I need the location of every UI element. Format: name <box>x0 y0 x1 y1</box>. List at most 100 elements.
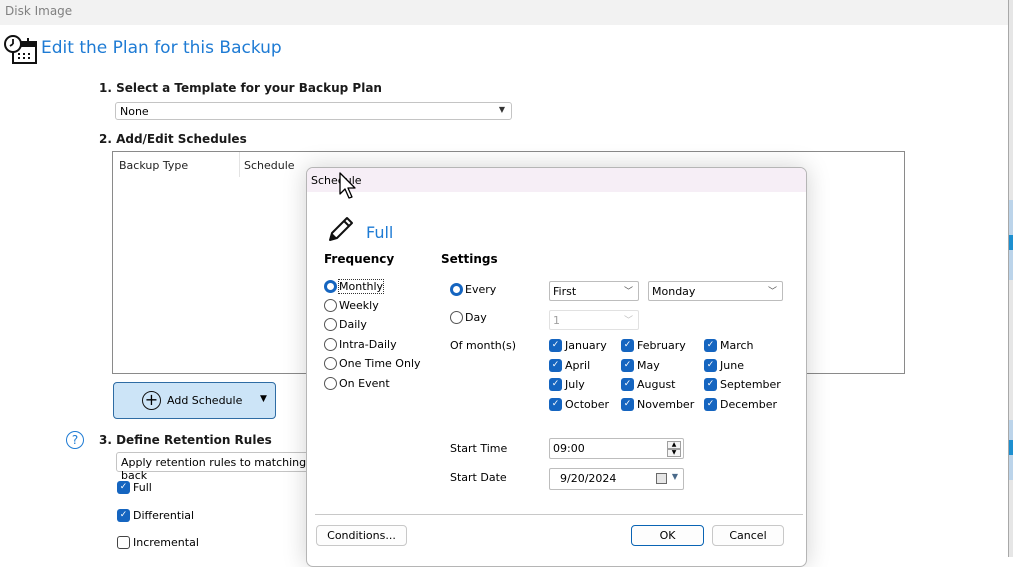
month-checkbox-label: May <box>637 359 660 372</box>
backup-type-label: Full <box>366 223 394 242</box>
month-checkbox-label: June <box>720 359 744 372</box>
radio-monthly[interactable] <box>324 280 337 293</box>
retention-mode-select[interactable]: Apply retention rules to matching back <box>116 452 316 482</box>
radio-label-one-time-only[interactable]: One Time Only <box>339 357 421 370</box>
day-select-value: 1 <box>553 314 560 327</box>
month-checkbox[interactable]: ✓ <box>704 359 717 372</box>
ordinal-select-value: First <box>553 285 577 298</box>
schedules-heading: 2. Add/Edit Schedules <box>99 132 247 146</box>
cancel-button[interactable]: Cancel <box>712 525 784 546</box>
start-date-label: Start Date <box>450 471 507 484</box>
chevron-down-icon: ﹀ <box>767 287 777 297</box>
time-spinner[interactable]: ▲ ▼ <box>667 441 681 457</box>
month-checkbox[interactable]: ✓ <box>704 339 717 352</box>
help-icon[interactable]: ? <box>66 431 84 449</box>
radio-every[interactable] <box>450 283 463 296</box>
panel-segment <box>1009 455 1013 480</box>
template-select[interactable]: None ▼ <box>115 102 512 120</box>
ok-button[interactable]: OK <box>631 525 704 546</box>
month-checkbox[interactable]: ✓ <box>621 398 634 411</box>
chevron-down-icon: ﹀ <box>623 287 633 297</box>
day-select: 1 ﹀ <box>549 310 639 330</box>
template-select-value: None <box>120 105 149 118</box>
dialog-separator <box>315 514 803 515</box>
ordinal-select[interactable]: First ﹀ <box>549 281 639 301</box>
radio-daily[interactable] <box>324 318 337 331</box>
panel-segment <box>1009 235 1013 250</box>
settings-heading: Settings <box>441 252 498 266</box>
dialog-title-bar[interactable]: Schedule <box>307 168 806 192</box>
start-time-value: 09:00 <box>553 442 585 455</box>
month-checkbox[interactable]: ✓ <box>621 378 634 391</box>
radio-label-on-event[interactable]: On Event <box>339 377 390 390</box>
chevron-down-icon: ﹀ <box>623 316 633 326</box>
checkbox-label-incremental: Incremental <box>133 536 199 549</box>
start-time-label: Start Time <box>450 442 508 455</box>
radio-label-weekly[interactable]: Weekly <box>339 299 379 312</box>
template-heading: 1. Select a Template for your Backup Pla… <box>99 81 382 95</box>
dropdown-arrow-icon[interactable]: ▼ <box>260 394 267 404</box>
plus-circle-icon: + <box>142 391 161 410</box>
window-title-bar: Disk Image <box>0 0 1008 25</box>
radio-label-intra-daily[interactable]: Intra-Daily <box>339 338 397 351</box>
weekday-select[interactable]: Monday ﹀ <box>648 281 783 301</box>
schedule-dialog: Schedule Full Frequency Settings Monthly… <box>306 167 807 567</box>
column-header-backup-type[interactable]: Backup Type <box>119 159 188 172</box>
retention-mode-value: Apply retention rules to matching back <box>121 456 307 482</box>
month-checkbox[interactable]: ✓ <box>621 339 634 352</box>
of-months-label: Of month(s) <box>450 339 517 352</box>
spin-down-icon[interactable]: ▼ <box>667 449 681 457</box>
panel-segment <box>1009 440 1013 455</box>
spin-up-icon[interactable]: ▲ <box>667 441 681 449</box>
column-divider[interactable] <box>239 152 240 177</box>
radio-label-day[interactable]: Day <box>465 311 487 324</box>
mouse-cursor-icon <box>339 172 356 199</box>
panel-segment <box>1009 250 1013 280</box>
radio-weekly[interactable] <box>324 299 337 312</box>
weekday-select-value: Monday <box>652 285 696 298</box>
calendar-clock-icon <box>4 35 37 64</box>
window-title: Disk Image <box>5 4 73 18</box>
conditions-button[interactable]: Conditions... <box>316 525 407 546</box>
month-checkbox[interactable]: ✓ <box>549 339 562 352</box>
radio-on-event[interactable] <box>324 377 337 390</box>
month-checkbox-label: September <box>720 378 781 391</box>
month-checkbox-label: July <box>565 378 585 391</box>
page-title: Edit the Plan for this Backup <box>41 38 282 58</box>
start-time-input[interactable]: 09:00 ▲ ▼ <box>549 438 684 459</box>
month-checkbox[interactable]: ✓ <box>704 378 717 391</box>
month-checkbox-label: August <box>637 378 676 391</box>
dropdown-arrow-icon[interactable]: ▼ <box>672 472 678 481</box>
month-checkbox[interactable]: ✓ <box>621 359 634 372</box>
month-checkbox-label: November <box>637 398 695 411</box>
month-checkbox[interactable]: ✓ <box>549 398 562 411</box>
radio-one-time-only[interactable] <box>324 357 337 370</box>
month-checkbox[interactable]: ✓ <box>549 378 562 391</box>
panel-segment <box>1009 420 1013 440</box>
month-checkbox[interactable]: ✓ <box>704 398 717 411</box>
month-checkbox[interactable]: ✓ <box>549 359 562 372</box>
add-schedule-button[interactable]: + Add Schedule ▼ <box>113 382 276 419</box>
month-checkbox-label: March <box>720 339 754 352</box>
retention-heading: 3. Define Retention Rules <box>99 433 272 447</box>
start-date-picker[interactable]: 9/20/2024 ▼ <box>549 468 684 490</box>
month-checkbox-label: April <box>565 359 591 372</box>
month-checkbox-label: February <box>637 339 686 352</box>
start-date-value: 9/20/2024 <box>560 472 617 485</box>
column-header-schedule[interactable]: Schedule <box>244 159 295 172</box>
checkbox-full[interactable]: ✓ <box>117 481 130 494</box>
month-checkbox-label: October <box>565 398 610 411</box>
radio-label-every[interactable]: Every <box>465 283 496 296</box>
checkbox-differential[interactable]: ✓ <box>117 509 130 522</box>
radio-label-monthly[interactable]: Monthly <box>337 279 385 294</box>
add-schedule-label: Add Schedule <box>167 394 243 407</box>
frequency-heading: Frequency <box>324 252 395 266</box>
calendar-icon[interactable] <box>656 473 667 484</box>
checkbox-incremental[interactable] <box>117 536 130 549</box>
month-checkbox-label: December <box>720 398 778 411</box>
dropdown-arrow-icon: ▼ <box>498 105 505 114</box>
radio-label-daily[interactable]: Daily <box>339 318 367 331</box>
radio-day[interactable] <box>450 311 463 324</box>
radio-intra-daily[interactable] <box>324 338 337 351</box>
right-panel-edge <box>1008 0 1013 557</box>
